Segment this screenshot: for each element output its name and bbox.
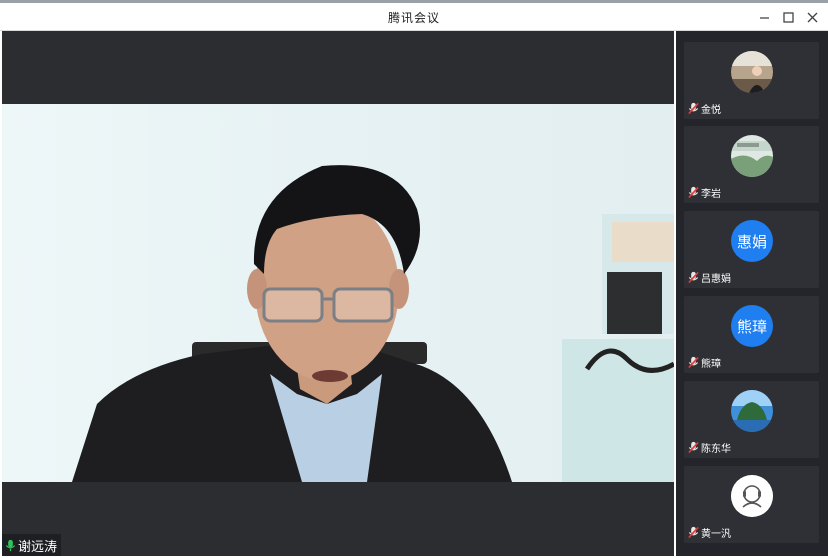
close-icon [807, 12, 818, 23]
main-video[interactable] [2, 104, 674, 482]
participant-name: 熊璋 [701, 359, 721, 370]
participant-name: 吕惠娟 [701, 274, 731, 285]
avatar [731, 475, 773, 517]
participant-name: 陈东华 [701, 444, 731, 455]
participant-label: 金悦 [687, 101, 721, 116]
participant-label: 黄一汎 [687, 525, 731, 540]
mic-muted-icon [688, 526, 699, 539]
speaker-name: 谢远涛 [18, 539, 58, 555]
minimize-button[interactable] [755, 7, 775, 27]
avatar: 熊璋 [731, 305, 773, 347]
participant-label: 陈东华 [687, 440, 731, 455]
participant-tile-chendonghua[interactable]: 陈东华 [684, 381, 819, 458]
avatar [731, 390, 773, 432]
participant-label: 吕惠娟 [687, 270, 731, 285]
participant-tile-huangyifan[interactable]: 黄一汎 [684, 466, 819, 543]
mic-muted-icon [688, 271, 699, 284]
participant-tile-jinyue[interactable]: 金悦 [684, 42, 819, 119]
participant-label: 熊璋 [687, 355, 721, 370]
main-stage: 谢远涛 [2, 31, 674, 556]
participant-name: 金悦 [701, 105, 721, 116]
mic-muted-icon [688, 441, 699, 454]
participant-tile-xiongzhang[interactable]: 熊璋 熊璋 [684, 296, 819, 373]
speaker-video-frame [72, 165, 674, 482]
participant-name: 黄一汎 [701, 529, 731, 540]
avatar [731, 51, 773, 93]
default-person-icon [731, 475, 773, 517]
participant-tile-lvhuijuan[interactable]: 惠娟 吕惠娟 [684, 211, 819, 288]
minimize-icon [760, 17, 769, 19]
avatar: 惠娟 [731, 220, 773, 262]
window-title: 腾讯会议 [387, 11, 440, 25]
mic-muted-icon [688, 102, 699, 115]
mic-active-icon [5, 539, 16, 551]
speaker-label: 谢远涛 [2, 534, 62, 556]
close-button[interactable] [803, 7, 823, 27]
avatar [731, 135, 773, 177]
mic-muted-icon [688, 356, 699, 369]
participant-tile-liyan[interactable]: 李岩 [684, 126, 819, 203]
participant-label: 李岩 [687, 185, 721, 200]
maximize-icon [783, 12, 794, 23]
participant-name: 李岩 [701, 189, 721, 200]
maximize-button[interactable] [779, 7, 799, 27]
participant-sidebar: 金悦 李岩 惠娟 吕惠娟 熊璋 熊璋 陈东华 黄一汎 [676, 31, 828, 556]
mic-muted-icon [688, 186, 699, 199]
title-bar: 腾讯会议 [0, 3, 828, 31]
